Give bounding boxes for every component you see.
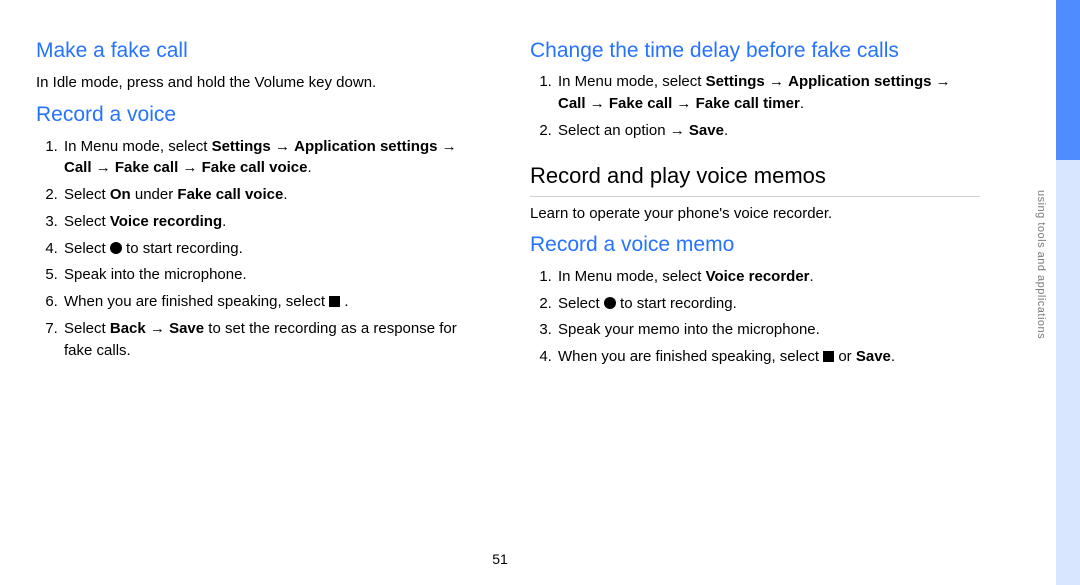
bold-text: Settings	[212, 138, 271, 155]
heading-record-voice: Record a voice	[36, 100, 486, 130]
bold-text: Call	[64, 159, 92, 176]
text: Select	[558, 295, 604, 312]
bold-text: Fake call voice	[177, 186, 283, 203]
arrow-icon: →	[590, 95, 605, 112]
side-tab-label: using tools and applications	[1032, 190, 1052, 345]
bold-text: Back	[110, 320, 146, 337]
text: Select	[64, 240, 110, 257]
bold-text: Save	[169, 320, 204, 337]
stop-icon	[329, 296, 340, 307]
text: to start recording.	[616, 295, 737, 312]
step-3: Select Voice recording.	[62, 211, 486, 233]
text: under	[131, 186, 178, 203]
heading-change-delay: Change the time delay before fake calls	[530, 36, 980, 66]
text: to start recording.	[122, 240, 243, 257]
right-column: Change the time delay before fake calls …	[530, 30, 980, 374]
bold-text: Settings	[706, 73, 765, 90]
side-tab-highlight	[1056, 0, 1080, 160]
bold-text: Call	[558, 95, 586, 112]
text: Select	[64, 213, 110, 230]
bold-text: Fake call	[115, 159, 178, 176]
side-tab-text: using tools and applications	[1032, 190, 1048, 339]
arrow-icon: →	[150, 320, 165, 337]
bold-text: Application settings	[788, 73, 931, 90]
arrow-icon: →	[670, 122, 685, 139]
text: When you are finished speaking, select	[64, 293, 329, 310]
record-icon	[110, 242, 122, 254]
bold-text: Fake call voice	[202, 159, 308, 176]
bold-text: Application settings	[294, 138, 437, 155]
text: or	[834, 348, 856, 365]
arrow-icon: →	[182, 159, 197, 176]
bold-text: On	[110, 186, 131, 203]
step-6: When you are finished speaking, select .	[62, 291, 486, 313]
heading-record-memo: Record a voice memo	[530, 230, 980, 260]
step-5: Speak into the microphone.	[62, 264, 486, 286]
heading-make-fake-call: Make a fake call	[36, 36, 486, 66]
manual-page: Make a fake call In Idle mode, press and…	[0, 0, 1080, 585]
step-4: Select to start recording.	[62, 238, 486, 260]
arrow-icon: →	[769, 73, 784, 90]
text: .	[340, 293, 348, 310]
step-2: Select to start recording.	[556, 293, 980, 315]
bold-text: Voice recording	[110, 213, 222, 230]
step-1: In Menu mode, select Settings → Applicat…	[556, 71, 980, 115]
arrow-icon: →	[96, 159, 111, 176]
stop-icon	[823, 351, 834, 362]
learn-text: Learn to operate your phone's voice reco…	[530, 203, 980, 225]
text: Select	[64, 320, 110, 337]
bold-text: Voice recorder	[706, 268, 810, 285]
record-icon	[604, 297, 616, 309]
page-number: 51	[0, 549, 1000, 569]
text: Select	[64, 186, 110, 203]
step-3: Speak your memo into the microphone.	[556, 319, 980, 341]
arrow-icon: →	[936, 73, 951, 90]
columns: Make a fake call In Idle mode, press and…	[36, 30, 980, 374]
step-4: When you are finished speaking, select o…	[556, 346, 980, 368]
bold-text: Fake call timer	[696, 95, 800, 112]
text: Select an option	[558, 122, 670, 139]
text: In Menu mode, select	[558, 268, 706, 285]
left-column: Make a fake call In Idle mode, press and…	[36, 30, 486, 374]
step-1: In Menu mode, select Settings → Applicat…	[62, 136, 486, 180]
record-voice-steps: In Menu mode, select Settings → Applicat…	[36, 136, 486, 362]
arrow-icon: →	[442, 138, 457, 155]
record-memo-steps: In Menu mode, select Voice recorder. Sel…	[530, 266, 980, 368]
change-delay-steps: In Menu mode, select Settings → Applicat…	[530, 71, 980, 141]
bold-text: Fake call	[609, 95, 672, 112]
step-1: In Menu mode, select Voice recorder.	[556, 266, 980, 288]
step-2: Select On under Fake call voice.	[62, 184, 486, 206]
idle-instruction: In Idle mode, press and hold the Volume …	[36, 72, 486, 94]
text: In Menu mode, select	[64, 138, 212, 155]
text: When you are finished speaking, select	[558, 348, 823, 365]
step-2: Select an option → Save.	[556, 120, 980, 142]
bold-text: Save	[689, 122, 724, 139]
heading-voice-memos: Record and play voice memos	[530, 160, 980, 197]
bold-text: Save	[856, 348, 891, 365]
text: In Menu mode, select	[558, 73, 706, 90]
arrow-icon: →	[275, 138, 290, 155]
step-7: Select Back → Save to set the recording …	[62, 318, 486, 362]
arrow-icon: →	[676, 95, 691, 112]
